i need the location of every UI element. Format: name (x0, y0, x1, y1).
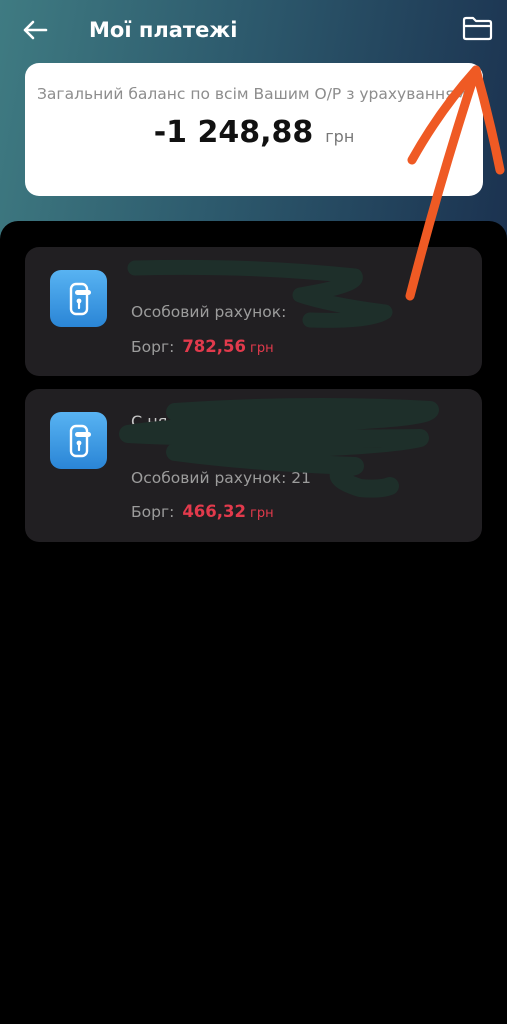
account-label: Особовий рахунок: (131, 303, 287, 321)
debt-value: 782,56 (182, 337, 246, 356)
balance-description: Загальний баланс по всім Вашим О/Р з ура… (37, 85, 471, 103)
folder-icon (462, 16, 492, 40)
debt-line: Борг: 466,32 грн (131, 502, 274, 521)
debt-line: Борг: 782,56 грн (131, 337, 274, 356)
door-handle-icon (50, 270, 107, 327)
account-card[interactable]: Особовий рахунок: Борг: 782,56 грн (25, 247, 482, 376)
top-app-bar: Мої платежі (0, 0, 507, 60)
page-title: Мої платежі (89, 18, 238, 42)
balance-amount: -1 248,88 (153, 115, 314, 150)
folder-button[interactable] (461, 14, 493, 42)
back-button[interactable] (20, 16, 50, 44)
account-number-line: Особовий рахунок: 21 (131, 469, 311, 487)
arrow-left-icon (23, 20, 48, 40)
debt-currency: грн (250, 506, 274, 521)
account-label: Особовий рахунок: (131, 469, 287, 487)
balance-row: -1 248,88 грн (25, 115, 483, 150)
account-card[interactable]: С ня б Особовий рахунок: 21 Борг: 466,32 г… (25, 389, 482, 542)
account-number: 21 (291, 469, 312, 487)
debt-value: 466,32 (182, 502, 246, 521)
debt-label: Борг: (131, 338, 175, 356)
debt-currency: грн (250, 341, 274, 356)
account-number-line: Особовий рахунок: (131, 303, 286, 321)
debt-label: Борг: (131, 503, 175, 521)
account-name: С ня б (131, 412, 183, 431)
balance-card: Загальний баланс по всім Вашим О/Р з ура… (25, 63, 483, 196)
balance-currency: грн (325, 127, 355, 146)
door-handle-icon (50, 412, 107, 469)
